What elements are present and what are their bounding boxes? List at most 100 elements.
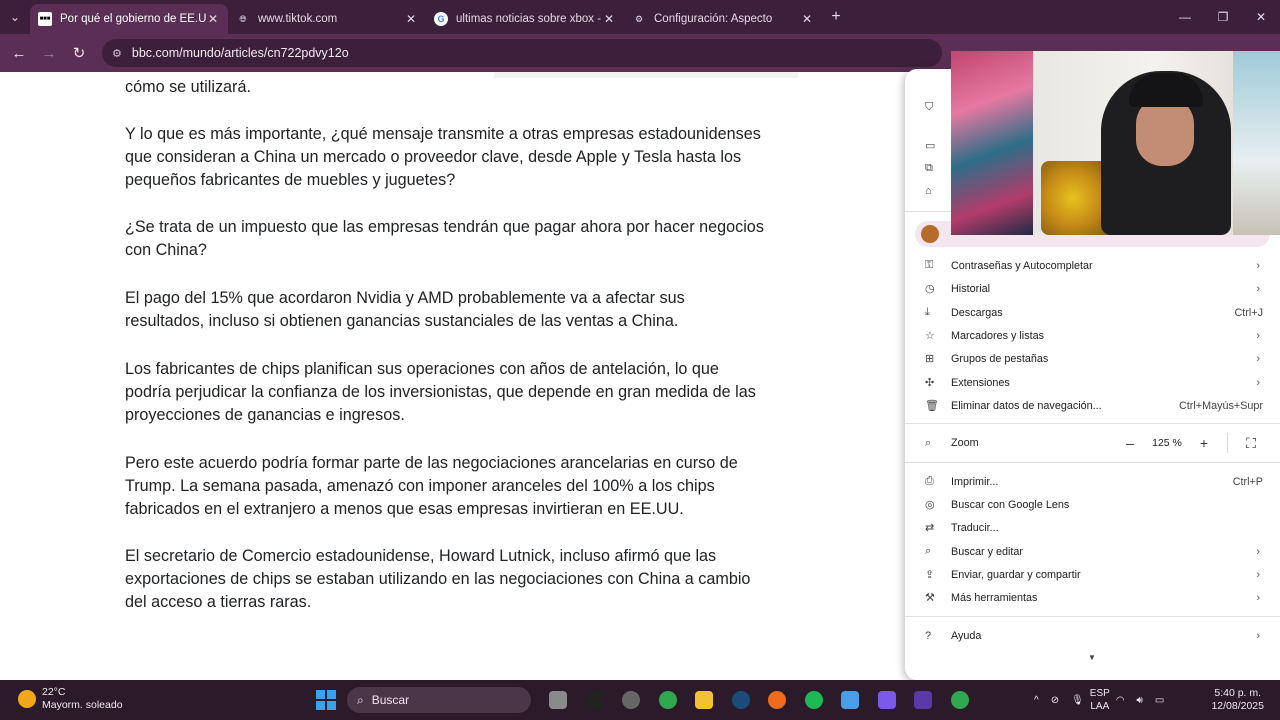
task-view-icon[interactable] [540,688,577,712]
menu-item-label: Traducir... [951,521,999,534]
network-off-icon[interactable]: ⊘ [1051,695,1059,706]
search-label: Buscar [371,693,410,707]
zoom-out-button[interactable]: – [1115,435,1145,451]
scroll-down-icon[interactable]: ▼ [1088,653,1096,662]
app-icon[interactable] [613,688,650,712]
gear-icon: ⚙ [634,13,644,24]
star-icon: ☆ [925,330,935,342]
article-content: cómo se utilizará. Y lo que es más impor… [0,72,906,680]
taskbar-search[interactable]: ⌕ Buscar [347,687,531,713]
zoom-divider [1227,433,1228,453]
tab-title: ultimas noticias sobre xbox - Bu [456,13,602,25]
new-tab-button[interactable]: + [822,8,850,26]
menu-item-history[interactable]: ◷ Historial › [905,277,1280,300]
article-paragraph: cómo se utilizará. [125,78,251,96]
file-explorer-icon[interactable] [686,688,723,712]
address-bar[interactable]: ⚙ bbc.com/mundo/articles/cn722pdvy12o [102,39,942,67]
close-icon[interactable]: ✕ [404,12,418,26]
menu-item-tab-groups[interactable]: ⊞ Grupos de pestañas › [905,347,1280,370]
new-tab-icon[interactable]: ▭ [925,139,935,152]
chevron-right-icon: › [1256,282,1260,295]
zoom-in-button[interactable]: + [1189,435,1219,451]
zoom-value: 125 % [1152,437,1182,449]
menu-item-downloads[interactable]: ⤓ Descargas Ctrl+J [905,301,1280,324]
copilot-icon[interactable] [869,688,906,712]
menu-item-label: Más herramientas [951,591,1038,604]
site-info-icon[interactable]: ⚙ [112,47,122,60]
chevron-right-icon: › [1256,545,1260,558]
chevron-right-icon: › [1256,568,1260,581]
close-icon[interactable]: ✕ [602,12,616,26]
menu-item-google-lens[interactable]: ◎ Buscar con Google Lens [905,493,1280,516]
menu-item-label: Eliminar datos de navegación... [951,399,1102,412]
menu-separator [905,616,1280,617]
system-tray: ^ ⊘ 🎙︎ ESP LAA ◠ 🔊︎ ▭ [1028,680,1170,720]
menu-item-shortcut: Ctrl+P [1232,475,1263,488]
tab-search-button[interactable]: ⌄ [0,0,30,34]
clock[interactable]: 5:40 p. m. 12/08/2025 [1211,687,1264,713]
app-icon[interactable] [905,688,942,712]
menu-item-clear-data[interactable]: 🗑︎ Eliminar datos de navegación... Ctrl+… [905,394,1280,417]
reload-icon[interactable]: ↻ [64,44,94,62]
sun-icon [18,690,36,708]
mic-icon[interactable]: 🎙︎ [1071,695,1084,706]
minimize-icon[interactable]: — [1166,0,1204,34]
article-paragraph: Pero este acuerdo podría formar parte de… [125,454,738,518]
chrome-icon[interactable] [650,688,687,712]
taskbar-apps [540,688,978,712]
menu-item-bookmarks[interactable]: ☆ Marcadores y listas › [905,324,1280,347]
google-icon: G [434,12,448,26]
article-paragraph: Y lo que es más importante, ¿qué mensaje… [125,125,761,189]
menu-item-passwords[interactable]: ⚿ Contraseñas y Autocompletar › [905,254,1280,277]
tab-strip: ⌄ ■■■ Por qué el gobierno de EE.UU. d ✕ … [0,0,1280,34]
back-icon[interactable]: ← [4,45,34,62]
tab-google-search[interactable]: G ultimas noticias sobre xbox - Bu ✕ [426,4,624,34]
close-window-icon[interactable]: ✕ [1242,0,1280,34]
close-icon[interactable]: ✕ [800,12,814,26]
live-icon[interactable] [577,688,614,712]
soundcloud-icon[interactable] [759,688,796,712]
zoom-icon: ⌕ [925,436,932,449]
article-paragraph: ¿Se trata de un impuesto que las empresa… [125,218,764,259]
article-paragraph: El secretario de Comercio estadounidense… [125,547,751,611]
lang-bottom: LAA [1090,701,1110,712]
new-window-icon[interactable]: ⧉ [925,162,933,175]
chrome-icon[interactable] [942,688,979,712]
forward-icon[interactable]: → [34,45,64,62]
weather-temp: 22°C [42,686,66,698]
avatar [921,225,939,243]
close-icon[interactable]: ✕ [206,12,220,26]
wifi-icon[interactable]: ◠ [1116,695,1125,706]
volume-icon[interactable]: 🔊︎ [1137,695,1143,706]
shield-icon[interactable]: ⛉ [925,101,933,114]
steam-icon[interactable] [723,688,760,712]
language-indicator[interactable]: ESP LAA [1090,687,1110,713]
menu-item-extensions[interactable]: ✣ Extensiones › [905,371,1280,394]
menu-item-label: Grupos de pestañas [951,352,1049,365]
tab-bbc[interactable]: ■■■ Por qué el gobierno de EE.UU. d ✕ [30,4,228,34]
weather-widget[interactable]: 22°C Mayorm. soleado [18,686,123,712]
incognito-icon[interactable]: ⌂ [925,185,932,197]
menu-item-share[interactable]: ⇪ Enviar, guardar y compartir › [905,563,1280,586]
start-button[interactable] [316,690,336,710]
menu-item-help[interactable]: ? Ayuda › [905,624,1280,647]
tab-settings[interactable]: ⚙ Configuración: Aspecto ✕ [624,4,822,34]
notepad-icon[interactable] [832,688,869,712]
tab-tiktok[interactable]: 🌐︎ www.tiktok.com ✕ [228,4,426,34]
spotify-icon[interactable] [796,688,833,712]
menu-item-print[interactable]: ⎙ Imprimir... Ctrl+P [905,470,1280,493]
menu-item-translate[interactable]: ⇄ Traducir... [905,516,1280,539]
clock-time: 5:40 p. m. [1214,687,1262,699]
battery-icon[interactable]: ▭ [1155,695,1164,706]
menu-item-find-edit[interactable]: ⌕ Buscar y editar › [905,540,1280,563]
fullscreen-icon[interactable]: ⛶ [1236,435,1266,452]
translate-icon: ⇄ [925,522,935,534]
url-text: bbc.com/mundo/articles/cn722pdvy12o [131,46,349,60]
menu-item-shortcut: Ctrl+J [1234,306,1264,319]
weather-desc: Mayorm. soleado [42,699,123,711]
window-controls: — ❐ ✕ [1166,0,1280,34]
chevron-up-icon[interactable]: ^ [1034,695,1039,706]
trash-icon: 🗑︎ [925,400,939,412]
maximize-icon[interactable]: ❐ [1204,0,1242,34]
menu-item-more-tools[interactable]: ⚒ Más herramientas › [905,586,1280,609]
